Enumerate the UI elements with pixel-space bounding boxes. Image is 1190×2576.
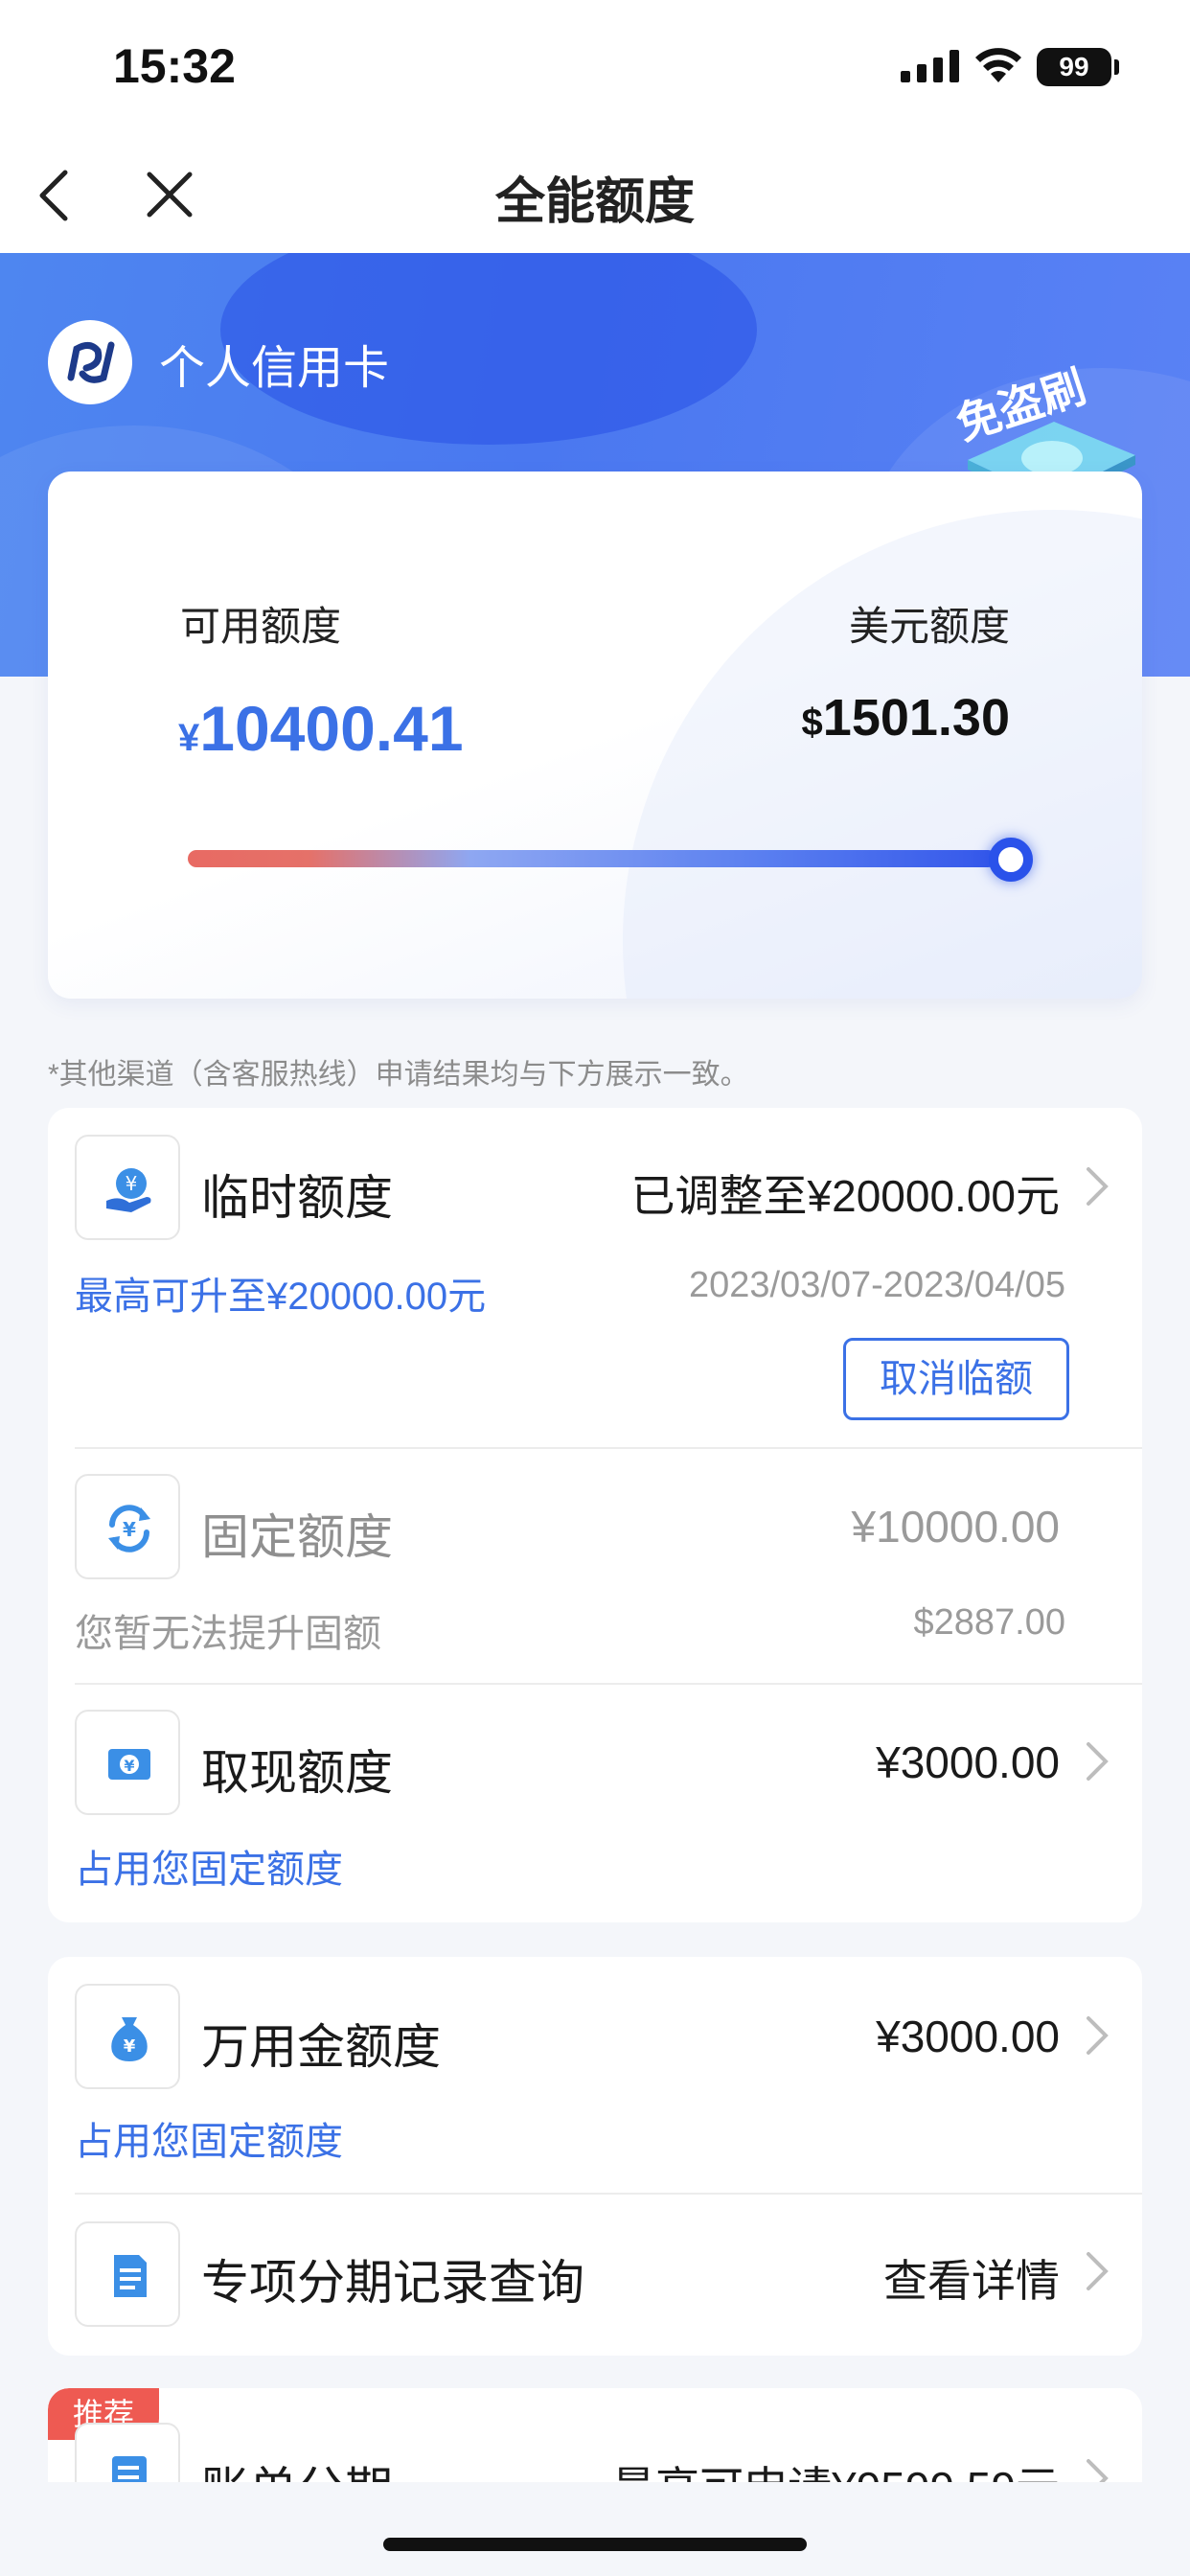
hand-coin-icon: ¥ (106, 1168, 151, 1212)
wanyong-quota-value: ¥3000.00 (876, 2012, 1060, 2061)
chevron-right-icon (1087, 2016, 1109, 2055)
quota-card: 可用额度 美元额度 ¥10400.41 $1501.30 (48, 472, 1142, 999)
nav-bar: 全能额度 (0, 134, 1190, 253)
fixed-quota-value: ¥10000.00 (851, 1502, 1060, 1552)
currency-exchange-icon: ¥ (108, 1505, 150, 1552)
cash-quota-icon: ¥ (75, 1710, 180, 1815)
wanyong-quota-note: 占用您固定额度 (75, 2121, 343, 2163)
installment-record-link: 查看详情 (883, 2256, 1060, 2306)
bottom-safe-area (0, 2482, 1190, 2576)
quota-slider-knob (989, 838, 1033, 882)
installment-record-icon (75, 2221, 180, 2327)
wanyong-quota-icon: ¥ (75, 1984, 180, 2089)
fixed-quota-row: ¥ 固定额度 ¥10000.00 您暂无法提升固额 $2887.00 (48, 1449, 1142, 1679)
temp-quota-period: 2023/03/07-2023/04/05 (688, 1265, 1065, 1305)
cash-quota-title: 取现额度 (201, 1746, 393, 1800)
cancel-temp-quota-button[interactable]: 取消临额 (843, 1338, 1069, 1420)
temp-quota-title: 临时额度 (201, 1171, 393, 1225)
banknote-icon: ¥ (108, 1749, 150, 1780)
money-bag-icon: ¥ (111, 2017, 148, 2061)
home-indicator[interactable] (383, 2538, 807, 2551)
cash-quota-row[interactable]: ¥ 取现额度 ¥3000.00 占用您固定额度 (48, 1685, 1142, 1915)
chevron-right-icon (1087, 1167, 1109, 1206)
cash-quota-note: 占用您固定额度 (75, 1849, 343, 1891)
wifi-icon (975, 48, 1021, 82)
battery-nub (1114, 59, 1119, 75)
temp-quota-max: 最高可升至¥20000.00元 (75, 1276, 487, 1318)
fixed-quota-icon: ¥ (75, 1474, 180, 1579)
quota-slider-track (188, 850, 996, 867)
bank-logo-icon (48, 320, 132, 404)
temp-quota-value: 已调整至¥20000.00元 (630, 1171, 1060, 1221)
usd-quota-amount: $1501.30 (802, 688, 1010, 748)
svg-text:¥: ¥ (123, 1518, 136, 1541)
chevron-right-icon (1087, 1742, 1109, 1781)
fixed-quota-usd: $2887.00 (913, 1602, 1066, 1643)
document-list-icon (114, 2255, 147, 2297)
fixed-quota-note: 您暂无法提升固额 (75, 1613, 381, 1655)
card-type-label: 个人信用卡 (159, 343, 390, 394)
available-quota-amount: ¥10400.41 (178, 692, 464, 765)
svg-text:¥: ¥ (124, 1757, 134, 1775)
wanyong-quota-title: 万用金额度 (201, 2020, 441, 2074)
temp-quota-icon: ¥ (75, 1135, 180, 1240)
status-time: 15:32 (113, 39, 236, 93)
svg-text:¥: ¥ (126, 1172, 138, 1195)
currency-symbol: $ (801, 702, 823, 744)
chevron-right-icon (1087, 2252, 1109, 2290)
battery-icon: 99 (1037, 48, 1111, 86)
wanyong-quota-row[interactable]: ¥ 万用金额度 ¥3000.00 占用您固定额度 (48, 1957, 1142, 2191)
usd-amount-value: 1501.30 (822, 689, 1010, 747)
currency-symbol: ¥ (178, 717, 200, 759)
services-panel: ¥ 万用金额度 ¥3000.00 占用您固定额度 专项分期记录查询 查看详情 (48, 1957, 1142, 2356)
temp-quota-row[interactable]: ¥ 临时额度 已调整至¥20000.00元 最高可升至¥20000.00元 20… (48, 1108, 1142, 1443)
page-title: 全能额度 (494, 174, 695, 230)
status-bar: 15:32 99 (0, 0, 1190, 134)
available-quota-label: 可用额度 (180, 604, 342, 649)
installment-record-row[interactable]: 专项分期记录查询 查看详情 (48, 2195, 1142, 2356)
quota-list-panel: ¥ 临时额度 已调整至¥20000.00元 最高可升至¥20000.00元 20… (48, 1108, 1142, 1922)
installment-record-title: 专项分期记录查询 (201, 2256, 584, 2310)
fixed-quota-title: 固定额度 (201, 1510, 393, 1564)
svg-text:¥: ¥ (124, 2036, 136, 2057)
cash-quota-value: ¥3000.00 (876, 1737, 1060, 1787)
cellular-signal-icon (901, 50, 959, 82)
card-decoration (623, 510, 1142, 999)
available-amount-value: 10400.41 (199, 693, 464, 764)
disclaimer-text: *其他渠道（含客服热线）申请结果均与下方展示一致。 (48, 1059, 749, 1091)
usd-quota-label: 美元额度 (848, 604, 1010, 649)
